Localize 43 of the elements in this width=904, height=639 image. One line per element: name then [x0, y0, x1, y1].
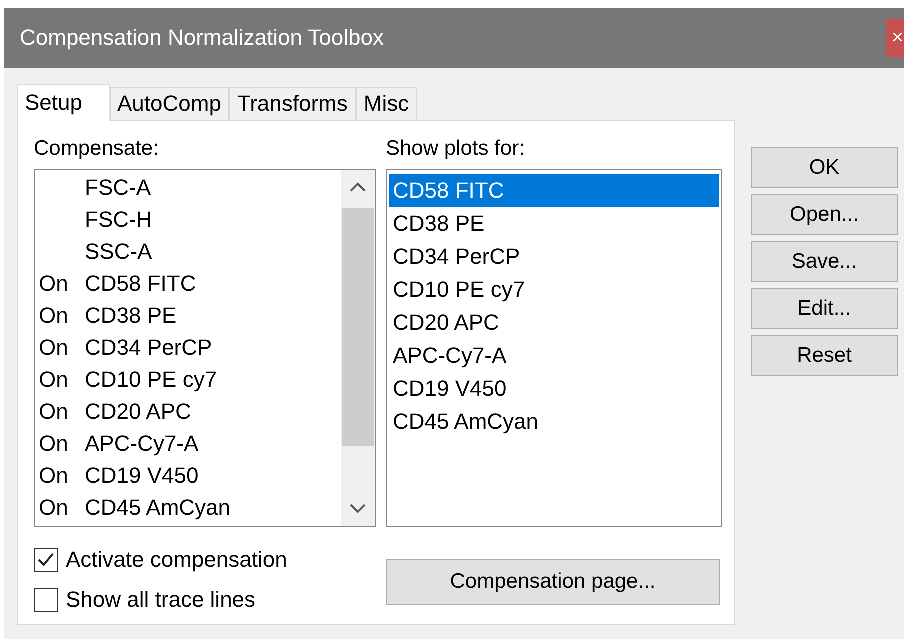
checkbox-label: Activate compensation	[66, 546, 288, 573]
scroll-thumb[interactable]	[342, 208, 374, 446]
list-item[interactable]: On CD34 PerCP	[35, 332, 341, 364]
close-button[interactable]: ×	[886, 19, 904, 57]
show-plots-label: Show plots for:	[386, 137, 526, 161]
scroll-up-icon[interactable]	[350, 182, 366, 192]
list-item[interactable]: On CD19 V450	[35, 460, 341, 492]
list-item[interactable]: On CD38 PE	[35, 300, 341, 332]
list-item[interactable]: FSC-H	[35, 204, 341, 236]
list-item[interactable]: CD19 V450	[389, 372, 719, 405]
checkbox[interactable]	[34, 548, 58, 572]
list-item[interactable]: On CD58 FITC	[35, 268, 341, 300]
list-item[interactable]: On CD20 APC	[35, 396, 341, 428]
tab[interactable]: Setup	[17, 84, 110, 121]
window-title: Compensation Normalization Toolbox	[20, 25, 384, 51]
compensate-list[interactable]: FSC-A FSC-H SSC-A On CD58 FITC On CD38 PE On CD34 PerCP On CD10 PE cy7 On CD20 APC On APC-Cy7-A On CD19 V450 On CD45 AmCyan	[34, 169, 376, 527]
checkbox[interactable]	[34, 588, 58, 612]
list-item[interactable]: CD45 AmCyan	[389, 405, 719, 438]
plots-list[interactable]: CD58 FITC CD38 PE CD34 PerCP CD10 PE cy7 CD20 APC APC-Cy7-A CD19 V450 CD45 AmCyan	[386, 169, 722, 527]
list-item[interactable]: CD20 APC	[389, 306, 719, 339]
tab[interactable]: Transforms	[229, 87, 356, 120]
scroll-down-icon[interactable]	[350, 504, 366, 514]
list-item[interactable]: On CD10 PE cy7	[35, 364, 341, 396]
list-item[interactable]: SSC-A	[35, 236, 341, 268]
dialog-button[interactable]: OK	[751, 147, 898, 188]
list-item[interactable]: On CD45 AmCyan	[35, 492, 341, 524]
list-item[interactable]: CD58 FITC	[389, 174, 719, 207]
scrollbar[interactable]	[341, 170, 375, 526]
tab[interactable]: Misc	[356, 87, 418, 120]
compensation-page-button[interactable]: Compensation page...	[386, 558, 720, 605]
dialog-button[interactable]: Save...	[751, 241, 898, 282]
dialog-button[interactable]: Open...	[751, 194, 898, 235]
compensate-label: Compensate:	[34, 137, 160, 161]
dialog-button[interactable]: Edit...	[751, 288, 898, 329]
list-item[interactable]: CD34 PerCP	[389, 240, 719, 273]
list-item[interactable]: On APC-Cy7-A	[35, 428, 341, 460]
list-item[interactable]: APC-Cy7-A	[389, 339, 719, 372]
checkbox-label: Show all trace lines	[66, 586, 256, 613]
tab[interactable]: AutoComp	[110, 87, 230, 120]
list-item[interactable]: CD10 PE cy7	[389, 273, 719, 306]
list-item[interactable]: FSC-A	[35, 172, 341, 204]
list-item[interactable]: CD38 PE	[389, 207, 719, 240]
dialog-button[interactable]: Reset	[751, 335, 898, 376]
